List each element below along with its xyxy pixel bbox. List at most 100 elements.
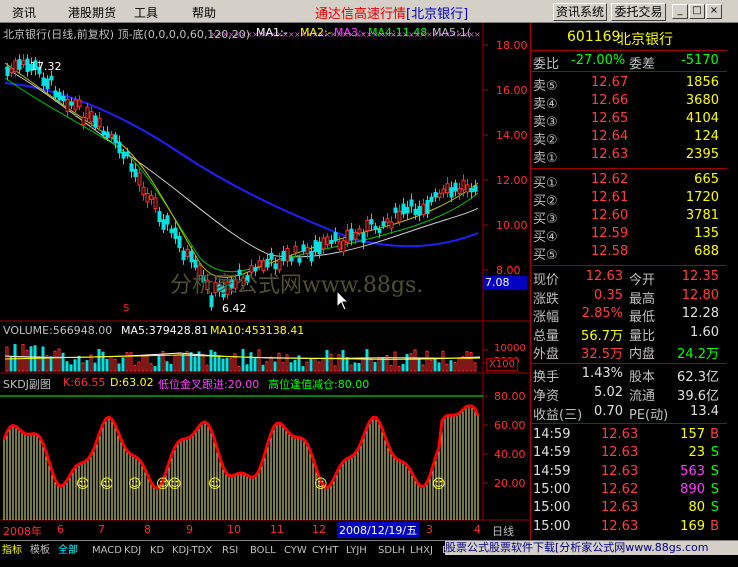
candle-body — [381, 221, 386, 227]
ma2-label: MA2:- — [300, 26, 332, 39]
menu-help[interactable]: 帮助 — [192, 4, 216, 21]
volume-bar — [417, 358, 421, 372]
volume-bar — [369, 358, 373, 372]
price-tick-14: 14.00 — [496, 129, 528, 142]
volume-bar — [181, 354, 185, 372]
volume-bar — [249, 352, 253, 372]
volume-bar — [185, 351, 189, 372]
tick-side: S — [710, 463, 719, 479]
candle-body — [389, 221, 394, 229]
candle-body — [413, 208, 418, 215]
indicator-tab[interactable]: CYW — [284, 543, 307, 558]
candle-body — [313, 240, 318, 252]
volume-bar — [13, 344, 17, 372]
candle-body — [305, 247, 310, 255]
close-icon[interactable]: × — [706, 4, 722, 19]
candle-body — [353, 232, 358, 240]
ask-volume: 4104 — [685, 111, 719, 126]
candle-body — [105, 131, 110, 138]
candle-body — [45, 78, 50, 89]
indicator-tab[interactable]: KDJ-TDX — [172, 543, 212, 558]
chart-area[interactable]: × × × × × × × × × × × × × × × × × × × × × × × × × × × × × × × × × × × × × × × ×… — [0, 23, 530, 540]
smiley-icon: ☺ — [168, 477, 182, 492]
bid-volume: 688 — [694, 244, 719, 259]
stock-name: 北京银行 — [617, 32, 673, 48]
ask-level-label: 卖④ — [533, 97, 558, 112]
bid-level-label: 买⑤ — [533, 248, 558, 263]
indicator-tab[interactable]: BOLL — [250, 543, 276, 558]
ask-volume: 1856 — [685, 75, 719, 90]
bid-price: 12.59 — [591, 226, 629, 241]
volume-bar — [241, 348, 245, 372]
indicator-tab[interactable]: MACD — [92, 543, 122, 558]
candle-body — [9, 68, 14, 73]
indicator-tab[interactable]: 模板 — [30, 543, 50, 558]
volume-bar — [177, 352, 181, 372]
indicator-tab[interactable]: 指标 — [2, 543, 22, 558]
indicator-tab[interactable]: 全部 — [58, 543, 78, 558]
tick-time: 15:00 — [533, 518, 571, 534]
volume-bar — [201, 353, 205, 372]
candle-body — [157, 210, 162, 223]
candle-body — [357, 228, 362, 234]
volume-bar — [265, 361, 269, 372]
candle-body — [69, 101, 74, 106]
ask-row: 卖⑤ 12.67 1856 — [531, 75, 727, 94]
ask-row: 卖④ 12.66 3680 — [531, 93, 727, 112]
date-axis: 2008年 6 7 8 9 10 11 12 2008/12/19/五 3 4 … — [0, 522, 530, 538]
order-trade-button[interactable]: 委托交易 — [611, 3, 666, 21]
indicator-tab[interactable]: SDLH — [378, 543, 405, 558]
volume-bar — [289, 362, 293, 372]
candle-body — [465, 184, 470, 193]
bid-price: 12.61 — [591, 190, 629, 205]
maximize-icon[interactable]: □ — [689, 4, 705, 19]
indicator-tab[interactable]: CYHT — [312, 543, 339, 558]
volume-bar — [281, 362, 285, 372]
minimize-icon[interactable]: _ — [672, 4, 688, 19]
indicator-tab[interactable]: RSI — [222, 543, 238, 558]
weibi-label: 委比 — [533, 57, 560, 72]
stat-row: 外盘 32.5万 内盘 24.2万 — [531, 343, 727, 362]
indicator-tab[interactable]: LHXJ — [410, 543, 433, 558]
volume-bar — [193, 356, 197, 372]
volume-tick-10000: 10000 — [494, 343, 526, 354]
volume-bar — [349, 364, 353, 372]
volume-bar — [173, 354, 177, 372]
stat-value: 12.63 — [585, 269, 623, 284]
stat-row: 总量 56.7万 量比 1.60 — [531, 325, 727, 344]
menu-news[interactable]: 资讯 — [12, 4, 36, 21]
volume-bar — [425, 350, 429, 372]
skdj-d-value: D:63.02 — [110, 376, 154, 389]
indicator-tab[interactable]: KD — [150, 543, 164, 558]
volume-unit: X100 — [486, 358, 518, 371]
menu-hk-futures[interactable]: 港股期货 — [68, 4, 116, 21]
candle-body — [333, 232, 338, 242]
footer-ad-link[interactable]: 股票公式股票软件下载[分析家公式网www.88gs.com — [445, 541, 738, 555]
menu-bar: 资讯 港股期货 工具 帮助 通达信高速行情[北京银行] 资讯系统 委托交易 _ … — [0, 0, 738, 23]
menu-tools[interactable]: 工具 — [134, 4, 158, 21]
candle-body — [377, 228, 382, 234]
skdj-k-value: K:66.55 — [63, 376, 106, 389]
candle-body — [409, 199, 414, 207]
tick-row: 15:00 12.62 890 S — [531, 482, 727, 500]
smiley-icon: ☺ — [432, 477, 446, 492]
candle-body — [53, 90, 58, 98]
indicator-tab[interactable]: KDJ — [124, 543, 141, 558]
stat-label: 现价 — [533, 273, 560, 288]
tick-price: 12.62 — [601, 481, 639, 497]
info-system-button[interactable]: 资讯系统 — [553, 3, 607, 21]
bid-level-label: 买① — [533, 176, 558, 191]
stat-value: 39.6亿 — [677, 389, 719, 404]
stat-row: 换手 1.43% 股本 62.3亿 — [531, 366, 727, 385]
smiley-icon: ☺ — [100, 477, 114, 492]
stock-header: 601169 北京银行 — [531, 29, 727, 48]
candle-body — [153, 197, 158, 210]
ask-volume: 2395 — [685, 147, 719, 162]
smiley-icon: ☺ — [76, 477, 90, 492]
volume-bar — [113, 358, 117, 372]
bid-volume: 135 — [694, 226, 719, 241]
indicator-tab[interactable]: LYJH — [346, 543, 367, 558]
tick-volume: 23 — [688, 445, 705, 461]
candle-body — [341, 240, 346, 253]
ask-level-label: 卖① — [533, 151, 558, 166]
